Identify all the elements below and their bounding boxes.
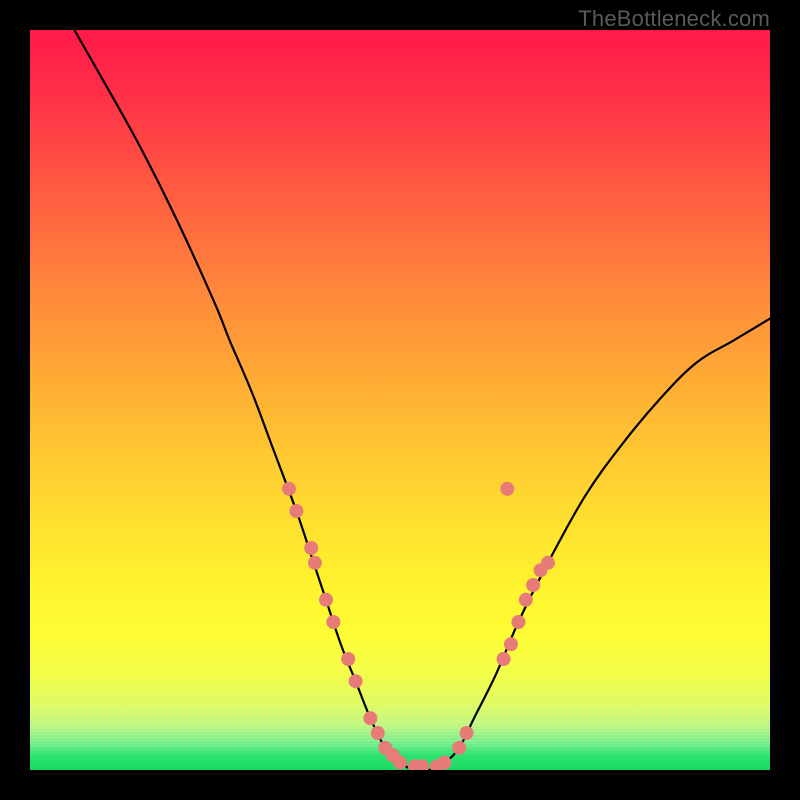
data-dot (349, 674, 363, 688)
data-dot (497, 652, 511, 666)
data-dot (282, 482, 296, 496)
data-dot (437, 756, 451, 770)
data-dot (460, 726, 474, 740)
data-dot (371, 726, 385, 740)
data-dot (304, 541, 318, 555)
plot-area (30, 30, 770, 770)
chart-frame: TheBottleneck.com (0, 0, 800, 800)
bottleneck-curve (74, 30, 770, 770)
data-dot (363, 711, 377, 725)
data-dot (519, 593, 533, 607)
curve-layer (30, 30, 770, 770)
data-dot (511, 615, 525, 629)
data-dot (526, 578, 540, 592)
data-dot (289, 504, 303, 518)
data-dot (341, 652, 355, 666)
data-dot (326, 615, 340, 629)
data-dot (308, 556, 322, 570)
data-dot (319, 593, 333, 607)
data-dot (500, 482, 514, 496)
data-dot (452, 741, 466, 755)
data-dot (504, 637, 518, 651)
data-dots-group (282, 482, 555, 770)
watermark-text: TheBottleneck.com (578, 6, 770, 32)
data-dot (393, 756, 407, 770)
data-dot (541, 556, 555, 570)
